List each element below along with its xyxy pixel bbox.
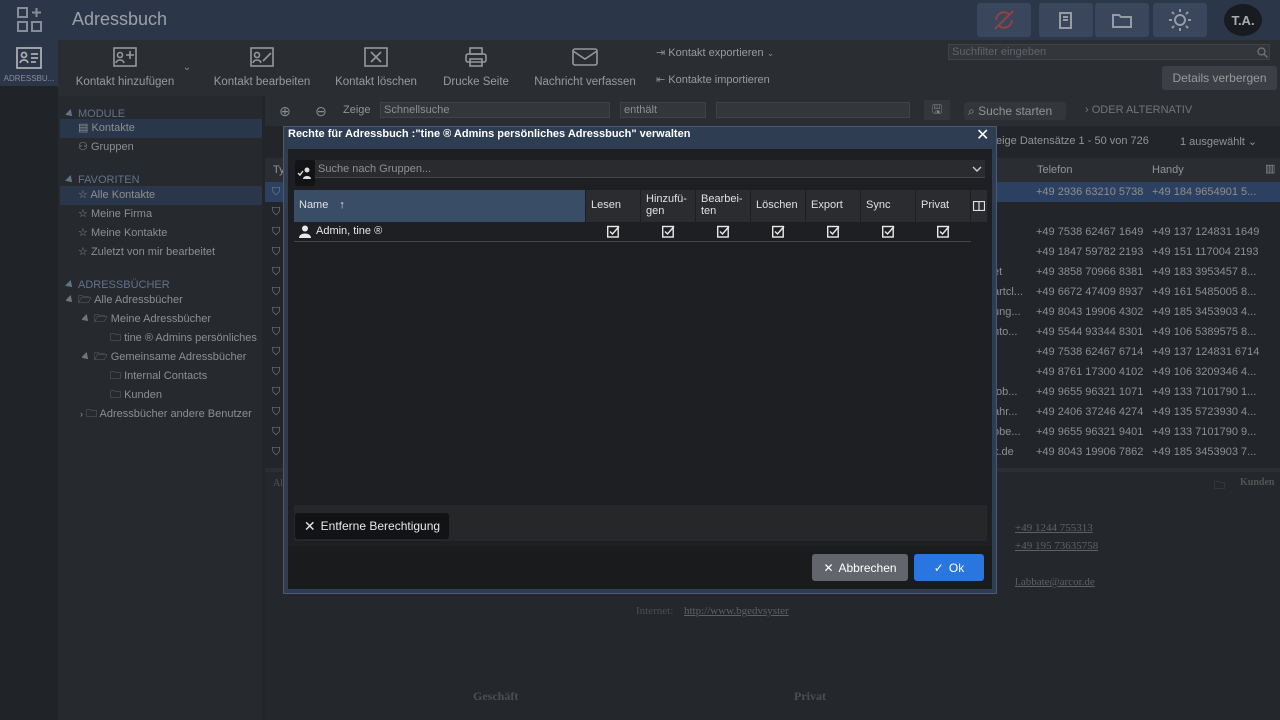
col-name[interactable]: Name ↑ [294,190,586,222]
dialog-title: Rechte für Adressbuch :"tine ® Admins pe… [288,128,691,140]
close-icon: ✕ [823,560,834,575]
col-edit[interactable]: Bearbei-ten [696,190,751,222]
close-icon: ✕ [303,517,316,534]
ok-label: Ok [948,560,965,575]
remove-permission-label: Entferne Berechtigung [320,519,441,533]
read-checkbox[interactable] [606,225,620,238]
sync-checkbox[interactable] [881,225,895,238]
permissions-grid-header: Name ↑ Lesen Hinzufü-gen Bearbei-ten Lös… [294,190,987,222]
col-sync[interactable]: Sync [861,190,916,222]
edit-checkbox[interactable] [716,225,730,238]
col-export[interactable]: Export [806,190,861,222]
checkmark-icon: ✓ [933,560,944,575]
column-chooser-icon[interactable] [971,190,987,222]
sort-ascending-icon: ↑ [339,199,345,211]
col-private[interactable]: Privat [916,190,971,222]
chevron-down-icon[interactable] [970,160,984,178]
col-name-label: Name [299,199,329,211]
cancel-button[interactable]: ✕ Abbrechen [812,554,908,581]
add-group-icon [297,167,311,179]
col-read[interactable]: Lesen [586,190,641,222]
col-delete[interactable]: Löschen [751,190,806,222]
delete-checkbox[interactable] [771,225,785,238]
user-icon [299,225,311,241]
remove-permission-button[interactable]: ✕ Entferne Berechtigung [295,513,449,539]
cancel-label: Abbrechen [838,560,897,575]
permission-row-name: Admin, tine ® [316,225,383,237]
add-checkbox[interactable] [661,225,675,238]
export-checkbox[interactable] [826,225,840,238]
ok-button[interactable]: ✓ Ok [914,554,984,581]
add-group-button[interactable] [295,160,315,186]
group-search-input[interactable]: Suche nach Gruppen... [315,160,985,178]
col-add[interactable]: Hinzufü-gen [641,190,696,222]
close-icon[interactable]: ✕ [976,128,989,144]
permission-row[interactable]: Admin, tine ® [294,222,971,242]
private-checkbox[interactable] [936,225,950,238]
